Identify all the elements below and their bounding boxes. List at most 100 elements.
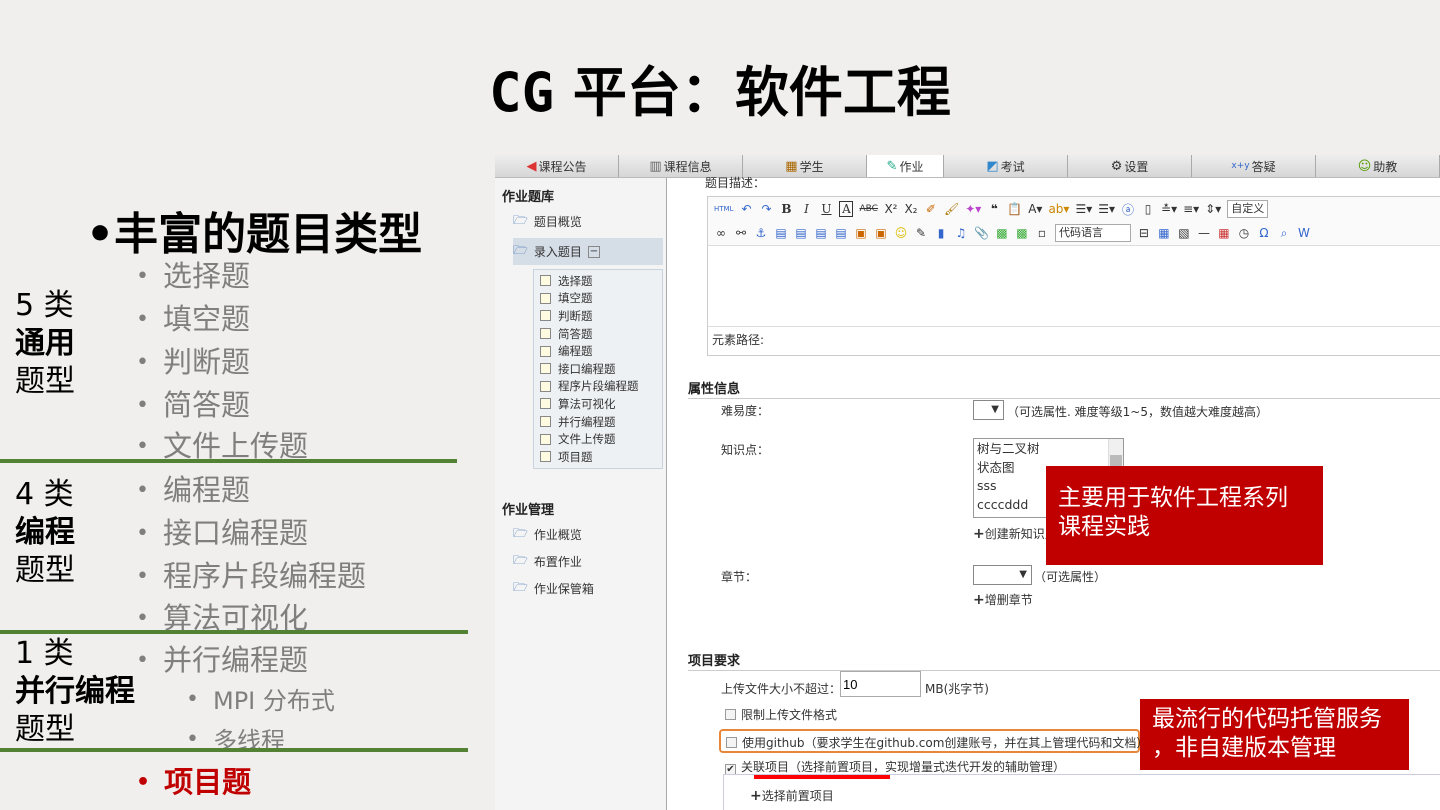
subscript-icon[interactable]: X₂ xyxy=(904,202,918,216)
ordered-list-icon[interactable]: ☰▾ xyxy=(1075,202,1092,216)
tab-homework[interactable]: ✎ 作业 xyxy=(866,155,945,177)
list-item: 并行编程题 xyxy=(136,642,308,679)
music-icon[interactable]: ♫ xyxy=(954,226,968,240)
align-right-icon[interactable]: ▤ xyxy=(794,226,808,240)
nav-type-item[interactable]: 文件上传题 xyxy=(534,430,662,448)
nav-type-item[interactable]: 程序片段编程题 xyxy=(534,378,662,396)
page-icon[interactable]: ▯ xyxy=(1141,202,1155,216)
nav-type-item[interactable]: 填空题 xyxy=(534,290,662,308)
multi-image-icon[interactable]: ▣ xyxy=(874,226,888,240)
highlight-icon[interactable]: ab▾ xyxy=(1048,202,1069,216)
divider xyxy=(0,748,468,752)
justify-icon[interactable]: ▤ xyxy=(834,226,848,240)
custom-style-select[interactable]: 自定义 xyxy=(1227,200,1269,218)
nav-manage-item[interactable]: 🗁 布置作业 xyxy=(513,551,666,572)
students-icon: ▦ xyxy=(785,158,798,174)
limit-format-checkbox[interactable] xyxy=(725,709,736,720)
italic-icon[interactable]: I xyxy=(799,202,813,216)
special-char-icon[interactable]: Ω xyxy=(1257,226,1271,240)
gear-icon: ⚙ xyxy=(1110,158,1123,174)
difficulty-select[interactable]: ▼ xyxy=(973,400,1004,420)
tab-announcements[interactable]: ◀ 课程公告 xyxy=(495,155,619,177)
create-knowledge-button[interactable]: +创建新知识点 xyxy=(973,525,1057,542)
date-icon[interactable]: ▦ xyxy=(1217,226,1231,240)
nav-manage-item[interactable]: 🗁 作业概览 xyxy=(513,524,666,545)
horizontal-rule-icon[interactable]: — xyxy=(1197,226,1211,240)
background-icon[interactable]: ▧ xyxy=(1177,226,1191,240)
anchor-icon[interactable]: ⚓ xyxy=(754,226,768,240)
video-icon[interactable]: ▮ xyxy=(934,226,948,240)
tab-settings[interactable]: ⚙ 设置 xyxy=(1068,155,1193,177)
tab-exam[interactable]: ◩ 考试 xyxy=(944,155,1069,177)
document-icon xyxy=(540,380,551,392)
github-checkbox[interactable] xyxy=(726,737,737,748)
size-input[interactable] xyxy=(840,671,921,697)
underline-icon[interactable]: U xyxy=(819,202,833,216)
attachment-icon[interactable]: 📎 xyxy=(974,226,989,240)
code-language-select[interactable]: 代码语言 xyxy=(1054,224,1131,242)
edit-chapter-button[interactable]: +增删章节 xyxy=(973,591,1033,608)
collapse-icon[interactable]: − xyxy=(587,245,600,258)
align-icon[interactable]: ≡▾ xyxy=(1183,202,1199,216)
iframe-icon[interactable]: ▫ xyxy=(1035,226,1049,240)
description-label: 题目描述： xyxy=(705,176,766,190)
chapter-select[interactable]: ▼ xyxy=(973,565,1032,585)
emoji-icon[interactable]: ☺ xyxy=(894,226,908,240)
nav-type-item[interactable]: 简答题 xyxy=(534,325,662,343)
editor-content-area[interactable] xyxy=(708,245,1440,327)
size-unit: MB(兆字节) xyxy=(925,682,989,696)
magic-icon[interactable]: ✦▾ xyxy=(965,202,981,216)
strikethrough-icon[interactable]: ABC xyxy=(859,204,877,214)
highlight-item: 项目题 xyxy=(136,764,251,801)
image-icon[interactable]: ▣ xyxy=(854,226,868,240)
nav-type-item[interactable]: 编程题 xyxy=(534,342,662,360)
category-general: 5 类通用 题型 xyxy=(15,288,75,399)
nav-type-item[interactable]: 判断题 xyxy=(534,307,662,325)
time-icon[interactable]: ◷ xyxy=(1237,226,1251,240)
bold-icon[interactable]: B xyxy=(779,202,793,216)
map-icon[interactable]: ▩ xyxy=(995,226,1009,240)
line-height-icon[interactable]: ⇕▾ xyxy=(1205,202,1221,216)
border-icon[interactable]: A xyxy=(839,201,854,217)
nav-type-item[interactable]: 并行编程题 xyxy=(534,413,662,431)
word-paste-icon[interactable]: W xyxy=(1297,226,1311,240)
superscript-icon[interactable]: X² xyxy=(884,202,898,216)
tab-assistant[interactable]: ☺ 助教 xyxy=(1316,155,1440,177)
search-replace-icon[interactable]: ⌕ xyxy=(1277,226,1291,241)
tab-qa[interactable]: x+y 答疑 xyxy=(1192,155,1316,177)
unordered-list-icon[interactable]: ☰▾ xyxy=(1098,202,1115,216)
nav-type-item[interactable]: 选择题 xyxy=(534,272,662,290)
quote-icon[interactable]: ❝ xyxy=(987,202,1001,216)
folder-icon: 🗁 xyxy=(513,579,528,594)
difficulty-hint: （可选属性. 难度等级1~5，数值越大难度越高） xyxy=(1007,405,1268,419)
qa-icon: x+y xyxy=(1231,161,1250,171)
paragraph-spacing-icon[interactable]: ≛▾ xyxy=(1161,202,1177,216)
nav-overview[interactable]: 🗁 题目概览 xyxy=(513,211,666,232)
scrawl-icon[interactable]: ✎ xyxy=(914,226,928,240)
align-left-icon[interactable]: ▤ xyxy=(774,226,788,240)
eraser-icon[interactable]: ✐ xyxy=(924,202,938,216)
nav-manage-item[interactable]: 🗁 作业保管箱 xyxy=(513,578,666,599)
select-prev-project-button[interactable]: +选择前置项目 xyxy=(750,787,834,804)
align-center-icon[interactable]: ▤ xyxy=(814,226,828,240)
nav-type-item[interactable]: 算法可视化 xyxy=(534,395,662,413)
nav-enter[interactable]: 🗁 录入题目 − xyxy=(513,238,663,265)
undo-icon[interactable]: ↶ xyxy=(739,202,753,216)
knowledge-option[interactable]: 树与二叉树 xyxy=(977,440,1120,459)
nav-bank-title: 作业题库 xyxy=(502,190,555,205)
nav-type-item[interactable]: 接口编程题 xyxy=(534,360,662,378)
html-icon[interactable]: HTML xyxy=(714,205,733,213)
template-icon[interactable]: ▦ xyxy=(1157,226,1171,240)
link-icon[interactable]: ∞ xyxy=(714,226,728,240)
redo-icon[interactable]: ↷ xyxy=(759,202,773,216)
unlink-icon[interactable]: ⚯ xyxy=(734,226,748,240)
paste-icon[interactable]: 📋 xyxy=(1007,202,1022,216)
page-break-icon[interactable]: ⊟ xyxy=(1137,226,1151,240)
folder-icon: 🗁 xyxy=(513,243,528,257)
font-color-icon[interactable]: A▾ xyxy=(1028,202,1042,216)
sidebar: 作业题库 🗁 题目概览 🗁 录入题目 − 选择题 填空题 判断题 简答题 编程题 接口… xyxy=(495,178,667,810)
format-brush-icon[interactable]: 🖌 xyxy=(944,202,959,216)
nav-type-item[interactable]: 项目题 xyxy=(534,448,662,466)
gmap-icon[interactable]: ▩ xyxy=(1015,226,1029,240)
at-icon[interactable]: ⓐ xyxy=(1121,201,1135,218)
